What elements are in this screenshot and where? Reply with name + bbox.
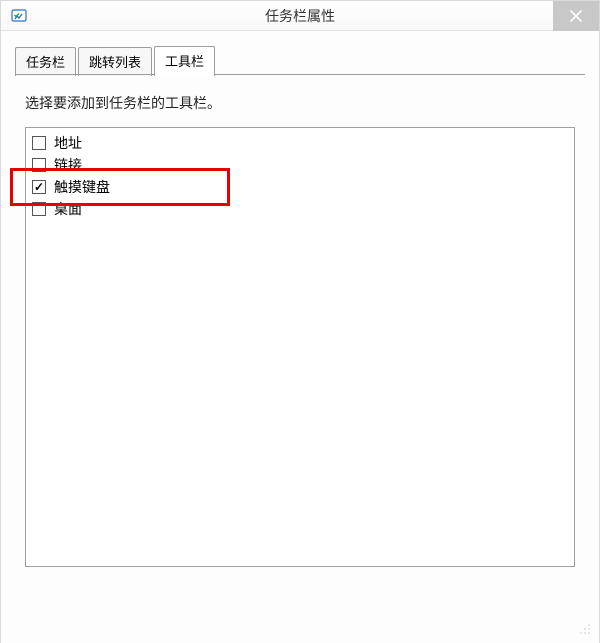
- checkbox-touchkbd[interactable]: [32, 180, 46, 194]
- instruction-text: 选择要添加到任务栏的工具栏。: [25, 93, 575, 113]
- dialog-window: 任务栏属性 任务栏 跳转列表 工具栏 选择要添加到任务栏的工具栏。 地址链接触摸…: [0, 0, 600, 643]
- checkbox-links[interactable]: [32, 158, 46, 172]
- item-label: 链接: [54, 155, 82, 175]
- close-icon: [570, 10, 582, 22]
- window-title: 任务栏属性: [1, 1, 599, 31]
- tab-toolbars[interactable]: 工具栏: [154, 46, 215, 76]
- tab-strip: 任务栏 跳转列表 工具栏: [15, 45, 585, 75]
- toolbars-listbox[interactable]: 地址链接触摸键盘桌面: [25, 127, 575, 567]
- tab-jumplist[interactable]: 跳转列表: [78, 47, 152, 76]
- tab-panel-divider: [15, 74, 585, 75]
- tab-taskbar[interactable]: 任务栏: [15, 47, 76, 76]
- client-area: 任务栏 跳转列表 工具栏 选择要添加到任务栏的工具栏。 地址链接触摸键盘桌面: [1, 31, 599, 643]
- list-item[interactable]: 链接: [32, 154, 568, 176]
- panel-toolbars: 选择要添加到任务栏的工具栏。 地址链接触摸键盘桌面: [15, 75, 585, 567]
- item-label: 桌面: [54, 199, 82, 219]
- item-label: 地址: [54, 133, 82, 153]
- app-icon: [7, 4, 31, 28]
- item-label: 触摸键盘: [54, 177, 110, 197]
- resize-grip[interactable]: [577, 621, 593, 637]
- list-item[interactable]: 地址: [32, 132, 568, 154]
- list-item[interactable]: 触摸键盘: [32, 176, 568, 198]
- close-button[interactable]: [553, 1, 599, 31]
- list-item[interactable]: 桌面: [32, 198, 568, 220]
- checkbox-address[interactable]: [32, 136, 46, 150]
- checkbox-desktop[interactable]: [32, 202, 46, 216]
- title-bar: 任务栏属性: [1, 1, 599, 31]
